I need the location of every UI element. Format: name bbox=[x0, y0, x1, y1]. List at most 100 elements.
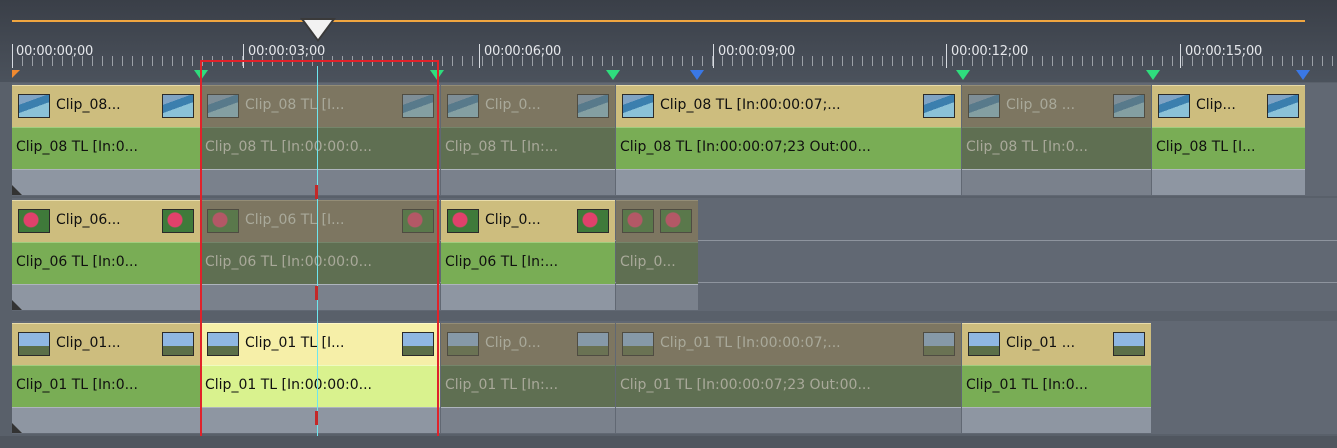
clip-sub-strip bbox=[201, 284, 440, 310]
audio-strip[interactable]: Clip_01 TL [In:00:00:07;23 Out:00... bbox=[616, 365, 961, 407]
ruler-ticks bbox=[12, 56, 1337, 66]
audio-strip[interactable]: Clip_08 TL [In:... bbox=[441, 127, 615, 169]
video-strip[interactable]: Clip_06... bbox=[12, 200, 200, 242]
edit-point-marker[interactable] bbox=[430, 70, 444, 80]
video-strip[interactable]: Clip_01 TL [I... bbox=[201, 323, 440, 365]
clip-thumbnail-icon bbox=[18, 209, 50, 233]
clip-sub-strip bbox=[962, 407, 1151, 433]
audio-strip[interactable]: Clip_0... bbox=[616, 242, 698, 284]
video-strip[interactable]: Clip_01 ... bbox=[962, 323, 1151, 365]
clip-thumbnail-icon bbox=[968, 94, 1000, 118]
clip-audio-label: Clip_08 TL [I... bbox=[1156, 139, 1256, 155]
audio-strip[interactable]: Clip_06 TL [In:0... bbox=[12, 242, 200, 284]
video-strip[interactable]: Clip_08 TL [In:00:00:07;... bbox=[616, 85, 961, 127]
clip-thumbnail-icon bbox=[207, 209, 239, 233]
audio-strip[interactable]: Clip_06 TL [In:00:00:0... bbox=[201, 242, 440, 284]
clip-thumbnail-icon bbox=[1267, 94, 1299, 118]
timeline-clip[interactable]: Clip_08... Clip_08 TL [In:0... bbox=[12, 85, 200, 195]
playhead-track-marker bbox=[315, 411, 318, 425]
clip-thumbnail-icon bbox=[622, 332, 654, 356]
video-strip[interactable]: Clip_0... bbox=[441, 85, 615, 127]
timeline-clip[interactable]: Clip_0... bbox=[616, 200, 698, 310]
video-strip[interactable]: Clip_08 TL [I... bbox=[201, 85, 440, 127]
clip-sub-strip bbox=[12, 284, 200, 310]
timeline-clip[interactable]: Clip_01 ... Clip_01 TL [In:0... bbox=[962, 323, 1151, 433]
timeline-track: Clip_01... Clip_01 TL [In:0... Clip_01 T… bbox=[12, 321, 1337, 434]
timeline-clip-selected[interactable]: Clip_01 TL [I... Clip_01 TL [In:00:00:0.… bbox=[201, 323, 440, 433]
clip-video-label: Clip_08... bbox=[56, 97, 121, 113]
video-strip[interactable]: Clip_06 TL [I... bbox=[201, 200, 440, 242]
audio-strip[interactable]: Clip_01 TL [In:... bbox=[441, 365, 615, 407]
timeline-clip[interactable]: Clip_08 TL [I... Clip_08 TL [In:00:00:0.… bbox=[201, 85, 440, 195]
clip-thumbnail-icon bbox=[162, 332, 194, 356]
clip-video-label: Clip_06... bbox=[56, 212, 121, 228]
clip-video-label: Clip_08 ... bbox=[1006, 97, 1076, 113]
sequence-marker[interactable] bbox=[690, 70, 704, 80]
clip-video-label: Clip... bbox=[1196, 97, 1236, 113]
edit-point-marker[interactable] bbox=[1146, 70, 1160, 80]
clip-thumbnail-icon bbox=[447, 332, 479, 356]
timeline-clip[interactable]: Clip_0... Clip_06 TL [In:... bbox=[441, 200, 615, 310]
clip-audio-label: Clip_06 TL [In:00:00:0... bbox=[205, 254, 373, 270]
timeline-clip[interactable]: Clip_01... Clip_01 TL [In:0... bbox=[12, 323, 200, 433]
video-strip[interactable]: Clip... bbox=[1152, 85, 1305, 127]
audio-strip[interactable]: Clip_08 TL [In:00:00:07;23 Out:00... bbox=[616, 127, 961, 169]
clip-audio-label: Clip_01 TL [In:0... bbox=[966, 377, 1088, 393]
ruler-major-tick bbox=[713, 44, 714, 68]
clip-thumbnail-icon bbox=[162, 94, 194, 118]
video-strip[interactable]: Clip_0... bbox=[441, 323, 615, 365]
timeline-ruler[interactable]: 00:00:00;00 00:00:03;00 00:00:06;00 00:0… bbox=[0, 0, 1337, 82]
video-strip[interactable]: Clip_0... bbox=[441, 200, 615, 242]
ruler-major-tick bbox=[243, 44, 244, 68]
audio-strip[interactable]: Clip_08 TL [In:00:00:0... bbox=[201, 127, 440, 169]
clip-corner bbox=[12, 423, 22, 433]
edit-point-marker[interactable] bbox=[956, 70, 970, 80]
edit-point-marker[interactable] bbox=[194, 70, 208, 80]
clip-sub-strip bbox=[616, 169, 961, 195]
clip-audio-label: Clip_01 TL [In:00:00:0... bbox=[205, 377, 373, 393]
clip-audio-label: Clip_06 TL [In:0... bbox=[16, 254, 138, 270]
timeline-clip[interactable]: Clip_0... Clip_01 TL [In:... bbox=[441, 323, 615, 433]
ruler-major-tick bbox=[1180, 44, 1181, 68]
video-strip[interactable]: Clip_01... bbox=[12, 323, 200, 365]
audio-strip[interactable]: Clip_06 TL [In:... bbox=[441, 242, 615, 284]
timeline-clip[interactable]: Clip_01 TL [In:00:00:07;... Clip_01 TL [… bbox=[616, 323, 961, 433]
clip-thumbnail-icon bbox=[660, 209, 692, 233]
clip-thumbnail-icon bbox=[1113, 94, 1145, 118]
clip-video-label: Clip_0... bbox=[485, 97, 541, 113]
clip-video-label: Clip_01... bbox=[56, 335, 121, 351]
clip-audio-label: Clip_08 TL [In:00:00:0... bbox=[205, 139, 373, 155]
video-strip[interactable] bbox=[616, 200, 698, 242]
in-point-marker[interactable] bbox=[12, 70, 20, 78]
clip-thumbnail-icon bbox=[968, 332, 1000, 356]
timeline-clip[interactable]: Clip_06... Clip_06 TL [In:0... bbox=[12, 200, 200, 310]
audio-strip[interactable]: Clip_08 TL [In:0... bbox=[962, 127, 1151, 169]
playhead-handle-fill bbox=[304, 20, 332, 39]
clip-thumbnail-icon bbox=[923, 94, 955, 118]
timeline-clip[interactable]: Clip... Clip_08 TL [I... bbox=[1152, 85, 1305, 195]
audio-strip[interactable]: Clip_01 TL [In:0... bbox=[962, 365, 1151, 407]
video-strip[interactable]: Clip_08... bbox=[12, 85, 200, 127]
timeline-clip[interactable]: Clip_0... Clip_08 TL [In:... bbox=[441, 85, 615, 195]
timecode-label: 00:00:06;00 bbox=[484, 44, 562, 59]
edit-point-marker[interactable] bbox=[606, 70, 620, 80]
clip-video-label: Clip_01 TL [In:00:00:07;... bbox=[660, 335, 841, 351]
video-strip[interactable]: Clip_01 TL [In:00:00:07;... bbox=[616, 323, 961, 365]
audio-strip[interactable]: Clip_08 TL [I... bbox=[1152, 127, 1305, 169]
sequence-marker[interactable] bbox=[1296, 70, 1310, 80]
timeline-clip[interactable]: Clip_08 TL [In:00:00:07;... Clip_08 TL [… bbox=[616, 85, 961, 195]
clip-video-label: Clip_08 TL [I... bbox=[245, 97, 345, 113]
clip-video-label: Clip_0... bbox=[485, 335, 541, 351]
clip-thumbnail-icon bbox=[923, 332, 955, 356]
clip-sub-strip bbox=[616, 407, 961, 433]
audio-strip[interactable]: Clip_01 TL [In:00:00:0... bbox=[201, 365, 440, 407]
video-strip[interactable]: Clip_08 ... bbox=[962, 85, 1151, 127]
audio-strip[interactable]: Clip_01 TL [In:0... bbox=[12, 365, 200, 407]
timecode-label: 00:00:09;00 bbox=[718, 44, 796, 59]
timeline-clip[interactable]: Clip_06 TL [I... Clip_06 TL [In:00:00:0.… bbox=[201, 200, 440, 310]
timeline-clip[interactable]: Clip_08 ... Clip_08 TL [In:0... bbox=[962, 85, 1151, 195]
clip-corner bbox=[12, 300, 22, 310]
clip-thumbnail-icon bbox=[1113, 332, 1145, 356]
clip-sub-strip bbox=[616, 284, 698, 310]
audio-strip[interactable]: Clip_08 TL [In:0... bbox=[12, 127, 200, 169]
